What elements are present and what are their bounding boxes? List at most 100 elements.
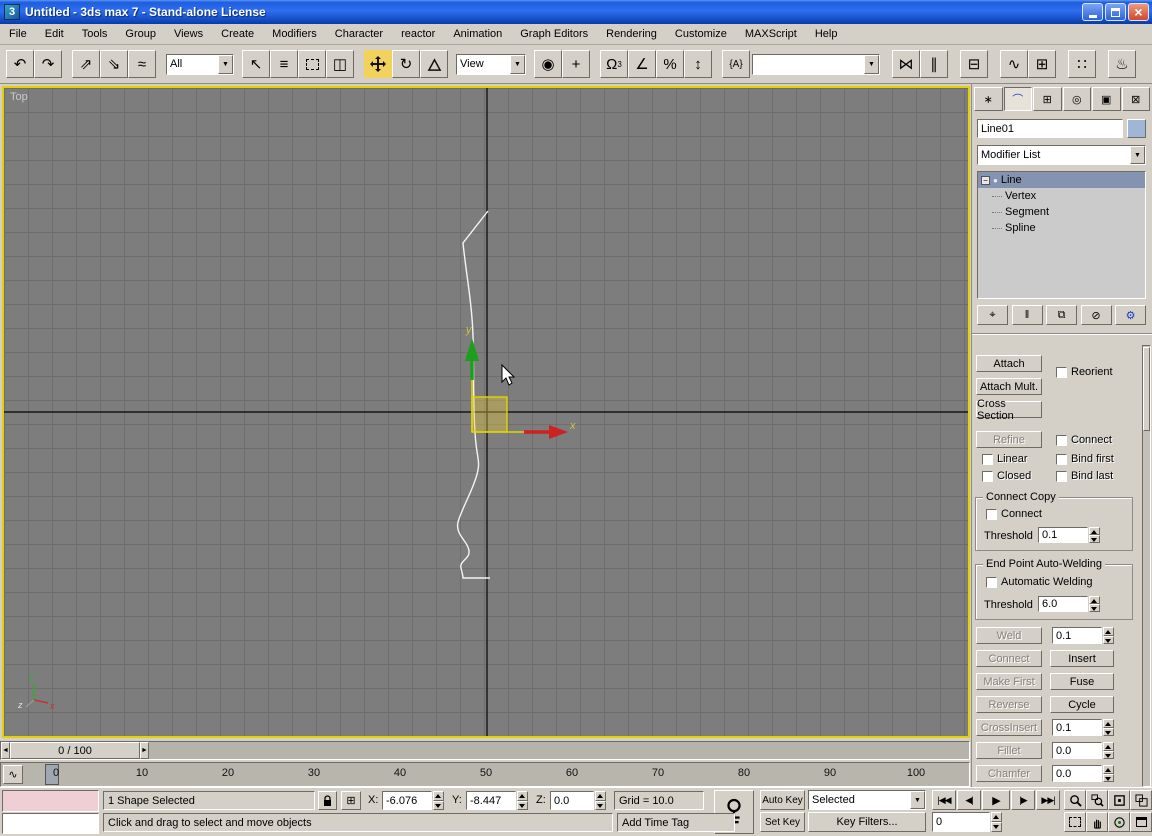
select-and-manipulate-button[interactable]: + bbox=[562, 50, 590, 78]
linear-checkbox[interactable]: Linear bbox=[982, 453, 1028, 465]
move-gizmo[interactable]: y x bbox=[465, 324, 576, 439]
weld-button[interactable]: Weld bbox=[976, 627, 1042, 644]
minimize-button[interactable] bbox=[1082, 3, 1103, 21]
weld-threshold-field[interactable]: 6.0 bbox=[1038, 596, 1088, 612]
select-and-link-button[interactable]: ⇗ bbox=[72, 50, 100, 78]
spin-down-icon[interactable] bbox=[595, 801, 606, 811]
snap-toggle-button[interactable]: Ω3 bbox=[600, 50, 628, 78]
spin-up-icon[interactable] bbox=[595, 791, 606, 801]
cross-section-button[interactable]: Cross Section bbox=[976, 401, 1042, 418]
menu-create[interactable]: Create bbox=[212, 25, 263, 43]
percent-snap-button[interactable]: % bbox=[656, 50, 684, 78]
spin-down-icon[interactable] bbox=[433, 801, 444, 811]
material-editor-button[interactable]: ∷ bbox=[1068, 50, 1096, 78]
chamfer-button[interactable]: Chamfer bbox=[976, 765, 1042, 782]
select-and-scale-button[interactable] bbox=[420, 50, 448, 78]
object-color-swatch[interactable] bbox=[1127, 119, 1146, 138]
viewport-top[interactable]: Top y x y x z bbox=[2, 86, 970, 738]
menu-reactor[interactable]: reactor bbox=[392, 25, 444, 43]
tab-hierarchy[interactable]: ⊞ bbox=[1033, 87, 1062, 111]
weld-value-field[interactable]: 0.1 bbox=[1052, 627, 1102, 644]
fillet-button[interactable]: Fillet bbox=[976, 742, 1042, 759]
x-coordinate-field[interactable]: -6.076 bbox=[382, 791, 432, 810]
zoom-extents-button[interactable] bbox=[1108, 790, 1130, 810]
y-coordinate-field[interactable]: -8.447 bbox=[466, 791, 516, 810]
viewport-canvas[interactable]: y x y x z bbox=[4, 88, 968, 736]
auto-key-button[interactable]: Auto Key bbox=[760, 790, 805, 810]
app-icon[interactable]: 3 bbox=[4, 4, 20, 20]
select-and-move-button[interactable] bbox=[364, 50, 392, 78]
tab-create[interactable]: ∗ bbox=[974, 87, 1003, 111]
spin-up-icon[interactable] bbox=[433, 791, 444, 801]
closed-checkbox[interactable]: Closed bbox=[982, 470, 1031, 482]
stack-item-segment[interactable]: Segment bbox=[978, 204, 1145, 220]
spinner-snap-button[interactable]: ↕ bbox=[684, 50, 712, 78]
reference-coordinate-dropdown[interactable]: View ▼ bbox=[456, 54, 526, 75]
x-coordinate-spinner[interactable] bbox=[433, 791, 444, 810]
next-frame-button[interactable]: |▶ bbox=[1011, 790, 1035, 810]
selection-filter-dropdown[interactable]: All ▼ bbox=[166, 54, 234, 75]
time-slider[interactable]: ◄ 0 / 100 ► bbox=[0, 740, 970, 761]
spin-down-icon[interactable] bbox=[1103, 636, 1114, 645]
insert-button[interactable]: Insert bbox=[1050, 650, 1114, 667]
z-coordinate-spinner[interactable] bbox=[595, 791, 606, 810]
window-crossing-button[interactable]: ◫ bbox=[326, 50, 354, 78]
attach-mult-button[interactable]: Attach Mult. bbox=[976, 378, 1042, 395]
menu-file[interactable]: File bbox=[0, 25, 36, 43]
zoom-all-button[interactable] bbox=[1086, 790, 1108, 810]
add-time-tag-field[interactable]: Add Time Tag bbox=[617, 813, 735, 832]
current-time-field[interactable]: 0 bbox=[932, 812, 990, 832]
selection-region-button[interactable] bbox=[298, 50, 326, 78]
gizmo-y-arrow[interactable] bbox=[465, 338, 479, 361]
spin-up-icon[interactable] bbox=[1089, 596, 1100, 604]
render-scene-button[interactable]: ♨ bbox=[1108, 50, 1136, 78]
go-to-end-button[interactable]: ▶▶| bbox=[1036, 790, 1060, 810]
spin-down-icon[interactable] bbox=[1103, 774, 1114, 783]
time-step-forward-button[interactable]: ► bbox=[140, 742, 149, 759]
selection-lock-button[interactable] bbox=[318, 791, 337, 810]
spin-down-icon[interactable] bbox=[1103, 728, 1114, 737]
tab-utilities[interactable]: ⊠ bbox=[1122, 87, 1151, 111]
fuse-button[interactable]: Fuse bbox=[1050, 673, 1114, 690]
connect-copy-threshold-spinner[interactable] bbox=[1089, 527, 1100, 543]
refine-connect-checkbox[interactable]: Connect bbox=[1056, 434, 1112, 446]
undo-button[interactable]: ↶ bbox=[6, 50, 34, 78]
redo-button[interactable]: ↷ bbox=[34, 50, 62, 78]
menu-animation[interactable]: Animation bbox=[444, 25, 511, 43]
automatic-welding-checkbox[interactable]: Automatic Welding bbox=[986, 576, 1093, 588]
bind-to-space-warp-button[interactable]: ≈ bbox=[128, 50, 156, 78]
key-filters-button[interactable]: Key Filters... bbox=[808, 812, 926, 832]
align-button[interactable]: ∥ bbox=[920, 50, 948, 78]
spin-down-icon[interactable] bbox=[517, 801, 528, 811]
min-max-toggle-button[interactable] bbox=[1130, 812, 1152, 832]
spin-up-icon[interactable] bbox=[1103, 765, 1114, 774]
close-button[interactable]: × bbox=[1128, 3, 1149, 21]
current-time-spinner[interactable] bbox=[991, 812, 1002, 832]
use-center-button[interactable]: ◉ bbox=[534, 50, 562, 78]
tab-motion[interactable]: ◎ bbox=[1063, 87, 1092, 111]
menu-modifiers[interactable]: Modifiers bbox=[263, 25, 326, 43]
spin-down-icon[interactable] bbox=[991, 822, 1002, 832]
named-selection-sets-button[interactable]: {A} bbox=[722, 50, 750, 78]
spin-down-icon[interactable] bbox=[1089, 604, 1100, 612]
restore-button[interactable] bbox=[1105, 3, 1126, 21]
weld-threshold-spinner[interactable] bbox=[1089, 596, 1100, 612]
collapse-icon[interactable]: − bbox=[981, 176, 990, 185]
go-to-start-button[interactable]: |◀◀ bbox=[932, 790, 956, 810]
unlink-selection-button[interactable]: ⇘ bbox=[100, 50, 128, 78]
spin-up-icon[interactable] bbox=[1089, 527, 1100, 535]
stack-item-vertex[interactable]: Vertex bbox=[978, 188, 1145, 204]
reverse-button[interactable]: Reverse bbox=[976, 696, 1042, 713]
set-key-button[interactable]: Set Key bbox=[760, 812, 805, 832]
crossinsert-value-field[interactable]: 0.1 bbox=[1052, 719, 1102, 736]
cycle-button[interactable]: Cycle bbox=[1050, 696, 1114, 713]
bulb-icon[interactable]: ● bbox=[993, 176, 998, 185]
weld-value-spinner[interactable] bbox=[1103, 627, 1114, 644]
menu-customize[interactable]: Customize bbox=[666, 25, 736, 43]
spin-up-icon[interactable] bbox=[991, 812, 1002, 822]
mirror-button[interactable]: ⋈ bbox=[892, 50, 920, 78]
spin-up-icon[interactable] bbox=[1103, 627, 1114, 636]
layer-manager-button[interactable]: ⊟ bbox=[960, 50, 988, 78]
pin-stack-button[interactable]: ⌖ bbox=[977, 305, 1008, 325]
bind-last-checkbox[interactable]: Bind last bbox=[1056, 470, 1113, 482]
